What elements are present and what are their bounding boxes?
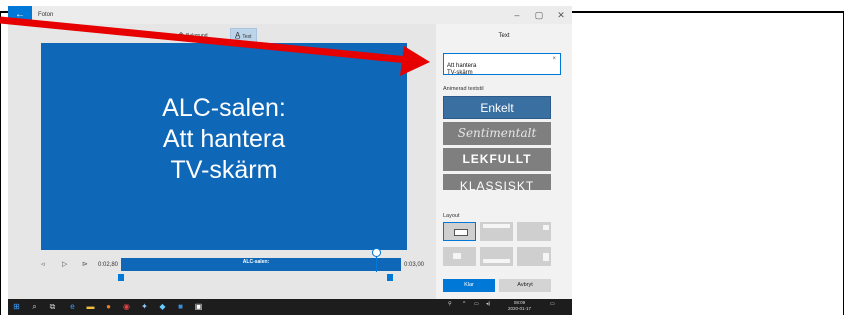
task-view-icon[interactable]: ⧉ xyxy=(48,302,57,311)
trim-end-handle[interactable] xyxy=(387,274,393,281)
photos-icon[interactable]: ▣ xyxy=(194,302,203,311)
trim-start-handle[interactable] xyxy=(118,274,124,281)
background-tool-button[interactable]: ◈ Bakgrund xyxy=(174,28,212,42)
tray-people-icon[interactable]: ⚲ xyxy=(448,301,452,307)
start-time: 0:02,80 xyxy=(98,262,119,268)
photos-app-window: ← Foton – ▢ ✕ ◈ Bakgrund A̲ Text ALC-salen… xyxy=(8,6,572,299)
layout-bottom[interactable] xyxy=(480,247,513,266)
notification-icon[interactable]: ▭ xyxy=(550,301,555,307)
text-panel: Text Att hantera TV-skärm × Animerad tex… xyxy=(436,24,572,299)
play-button[interactable]: ▷ xyxy=(62,260,67,268)
title-text-input[interactable]: Att hantera TV-skärm × xyxy=(443,53,561,76)
clear-icon[interactable]: × xyxy=(552,56,556,63)
text-icon: A̲ xyxy=(235,31,241,40)
playhead-line xyxy=(376,256,377,272)
start-icon[interactable]: ⊞ xyxy=(12,302,21,311)
layout-label: Layout xyxy=(443,213,460,219)
timeline-track[interactable]: ALC-salen: xyxy=(121,258,401,271)
app-icon[interactable]: ✦ xyxy=(140,302,149,311)
tray-chevron-icon[interactable]: ^ xyxy=(463,301,465,307)
layout-right[interactable] xyxy=(517,247,551,266)
windows-taskbar: ⊞ ⌕ ⧉ e ▬ ● ◉ ✦ ◆ ■ ▣ ⚲ ^ ▭ ◂) 08:09 202… xyxy=(8,299,572,315)
step-forward-icon[interactable]: ⊳ xyxy=(82,260,88,268)
app-title: Foton xyxy=(38,12,54,18)
timeline-clip-label: ALC-salen: xyxy=(242,259,270,265)
store-icon[interactable]: ◆ xyxy=(158,302,167,311)
edge-icon[interactable]: e xyxy=(68,302,77,311)
done-button[interactable]: Klar xyxy=(443,279,495,292)
background-tool-label: Bakgrund xyxy=(186,33,208,39)
cancel-button[interactable]: Avbryt xyxy=(499,279,551,292)
layout-right-top[interactable] xyxy=(517,222,551,241)
back-button[interactable]: ← xyxy=(8,6,32,24)
volume-icon[interactable]: ◃ xyxy=(41,260,45,268)
close-button[interactable]: ✕ xyxy=(550,6,572,24)
layout-top[interactable] xyxy=(480,222,513,241)
minimize-button[interactable]: – xyxy=(506,6,528,24)
panel-heading: Text xyxy=(498,33,510,39)
text-tool-label: Text xyxy=(242,34,252,40)
style-option-lekfullt[interactable]: LEKFULLT xyxy=(443,148,551,171)
video-preview: ALC-salen: Att hantera TV-skärm xyxy=(41,43,407,250)
style-option-enkelt[interactable]: Enkelt xyxy=(443,96,551,119)
tray-network-icon[interactable]: ▭ xyxy=(474,301,479,307)
maximize-button[interactable]: ▢ xyxy=(528,6,550,24)
style-option-sentimentalt[interactable]: Sentimentalt xyxy=(443,122,551,145)
chrome-icon[interactable]: ◉ xyxy=(122,302,131,311)
style-option-klassiskt[interactable]: KLASSISKT xyxy=(443,174,551,190)
mail-icon[interactable]: ■ xyxy=(176,302,185,311)
paint-bucket-icon: ◈ xyxy=(178,30,185,39)
title-bar: ← Foton – ▢ ✕ xyxy=(8,6,572,24)
firefox-icon[interactable]: ● xyxy=(104,302,113,311)
search-icon[interactable]: ⌕ xyxy=(30,302,39,311)
tray-volume-icon[interactable]: ◂) xyxy=(486,301,490,307)
text-tool-button[interactable]: A̲ Text xyxy=(230,28,257,44)
page-frame-left xyxy=(0,11,1,315)
preview-title-text: ALC-salen: Att hantera TV-skärm xyxy=(162,94,286,184)
title-text-value: Att hantera TV-skärm xyxy=(447,63,477,76)
clock-date: 2020-01-17 xyxy=(508,306,532,311)
playhead-knob[interactable] xyxy=(372,248,381,257)
taskbar-clock[interactable]: 08:09 2020-01-17 xyxy=(508,300,531,312)
file-explorer-icon[interactable]: ▬ xyxy=(86,302,95,311)
layout-left[interactable] xyxy=(443,247,476,266)
end-time: 0:03,00 xyxy=(404,262,425,268)
animated-style-label: Animerad textstil xyxy=(443,86,484,92)
layout-center[interactable] xyxy=(443,222,476,241)
